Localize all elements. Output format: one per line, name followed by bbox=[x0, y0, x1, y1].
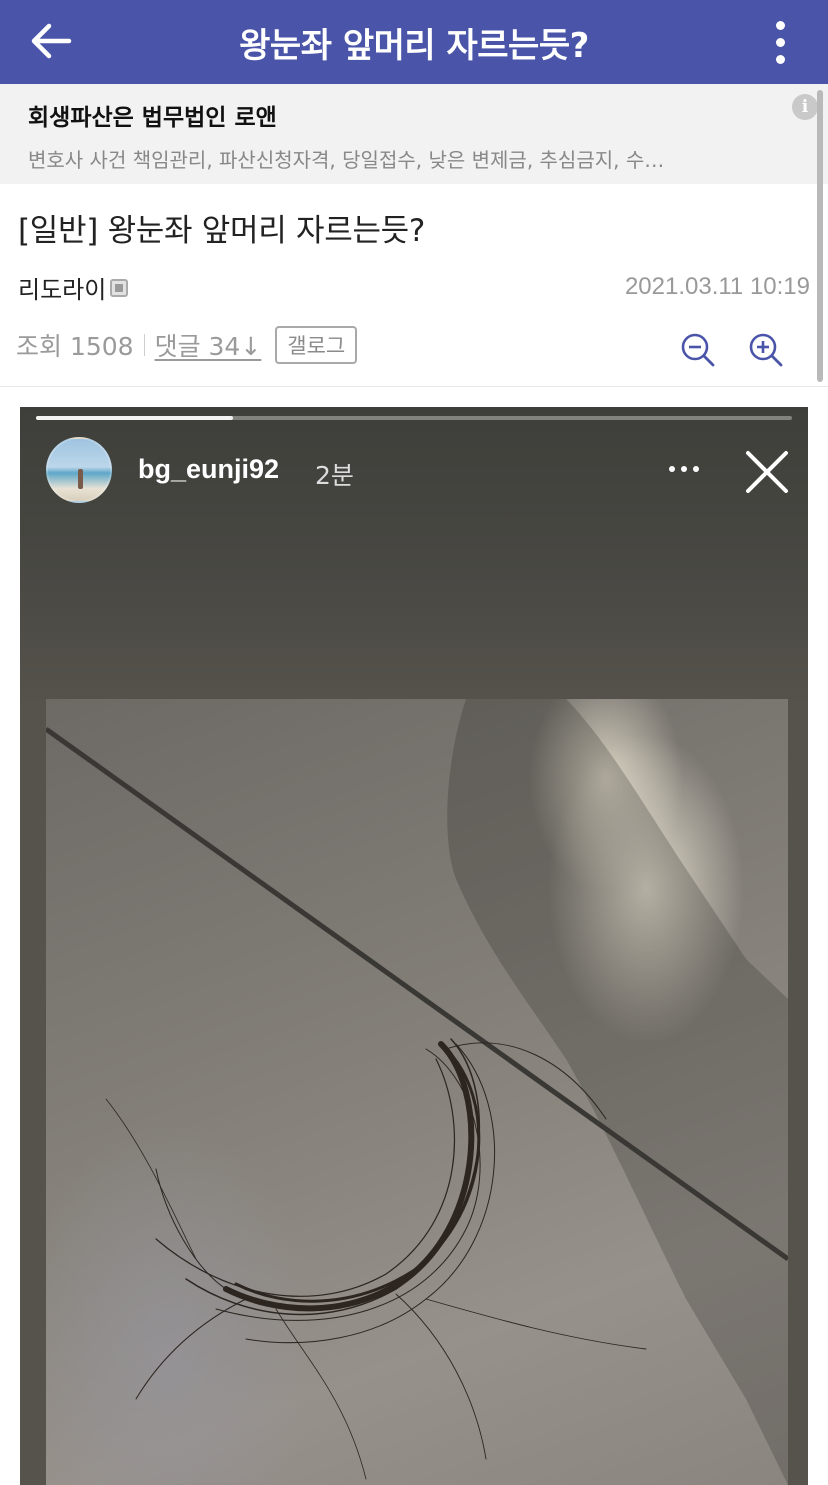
ad-description: 변호사 사건 책임관리, 파산신청자격, 당일접수, 낮은 변제금, 추심금지,… bbox=[28, 148, 665, 172]
page-title: 왕눈좌 앞머리 자르는듯? bbox=[239, 25, 589, 66]
scrollbar[interactable] bbox=[817, 90, 823, 382]
arrow-left-icon bbox=[31, 23, 72, 59]
header-divider bbox=[0, 386, 828, 387]
zoom-out-button[interactable] bbox=[678, 330, 718, 370]
author[interactable]: 리도라이 bbox=[18, 270, 129, 305]
avatar bbox=[46, 437, 112, 503]
ad-banner[interactable]: 회생파산은 법무법인 로앤 변호사 사건 책임관리, 파산신청자격, 당일접수,… bbox=[0, 84, 828, 184]
story-close-button bbox=[742, 447, 792, 497]
back-button[interactable] bbox=[24, 14, 78, 68]
more-menu-button[interactable] bbox=[760, 12, 800, 72]
more-dot bbox=[681, 466, 687, 472]
more-vertical-icon bbox=[775, 20, 785, 30]
story-progress-fill bbox=[36, 416, 233, 420]
photo-drawing bbox=[46, 699, 788, 1485]
author-name[interactable]: 리도라이 bbox=[18, 270, 106, 305]
app-bar: 왕눈좌 앞머리 자르는듯? bbox=[0, 0, 828, 84]
comment-count-link[interactable]: 댓글 34↓ bbox=[155, 327, 262, 363]
more-dot bbox=[775, 37, 785, 47]
ad-title: 회생파산은 법무법인 로앤 bbox=[28, 105, 277, 131]
post-title: [일반] 왕눈좌 앞머리 자르는듯? bbox=[18, 213, 426, 249]
view-count: 조회 1508 bbox=[16, 332, 134, 361]
story-username: bg_eunji92 bbox=[138, 454, 280, 484]
more-dot bbox=[775, 54, 785, 64]
member-badge-icon bbox=[110, 278, 129, 297]
hair-on-floor-photo bbox=[46, 699, 788, 1485]
story-more-button bbox=[660, 453, 708, 485]
more-horizontal-icon bbox=[669, 466, 675, 472]
story-progress-bar bbox=[36, 416, 792, 420]
divider bbox=[143, 334, 145, 356]
info-icon[interactable]: i bbox=[792, 94, 818, 120]
gallog-button[interactable]: 갤로그 bbox=[275, 326, 358, 364]
zoom-in-icon bbox=[749, 333, 783, 367]
post-date: 2021.03.11 10:19 bbox=[624, 273, 810, 300]
zoom-in-button[interactable] bbox=[746, 330, 786, 370]
story-screenshot[interactable]: bg_eunji92 2분 bbox=[20, 407, 808, 1485]
post-meta: 조회 1508 댓글 34↓ 갤로그 bbox=[16, 326, 358, 364]
story-time: 2분 bbox=[315, 461, 354, 490]
zoom-out-icon bbox=[681, 333, 715, 367]
close-icon bbox=[746, 451, 788, 493]
more-dot bbox=[693, 466, 699, 472]
